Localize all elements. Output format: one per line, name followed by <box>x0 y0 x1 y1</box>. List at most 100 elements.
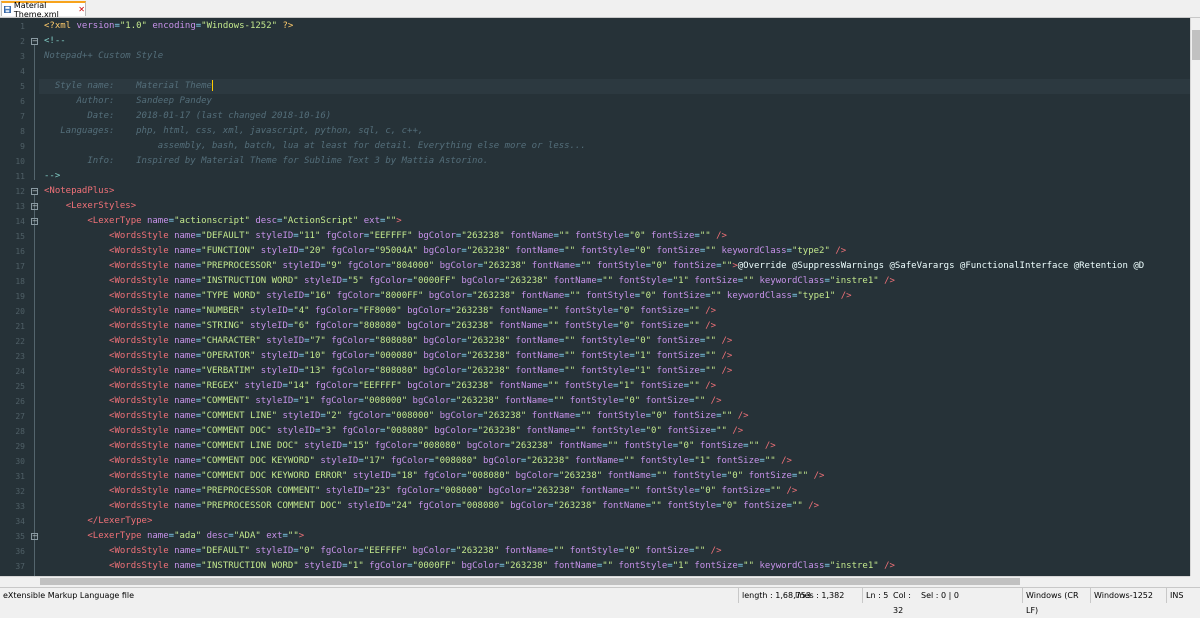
scroll-corner <box>1190 576 1200 586</box>
status-lines: lines : 1,382 <box>792 588 862 603</box>
line-number: 18 <box>0 274 25 289</box>
status-bar: eXtensible Markup Language file length :… <box>0 587 1200 603</box>
line-number: 4 <box>0 64 25 79</box>
line-number: 8 <box>0 124 25 139</box>
code-line[interactable]: <WordsStyle name="NUMBER" styleID="4" fg… <box>44 304 716 319</box>
line-number: 27 <box>0 409 25 424</box>
line-number: 3 <box>0 49 25 64</box>
text-caret <box>212 80 213 91</box>
status-encoding[interactable]: Windows-1252 <box>1090 588 1166 603</box>
code-line[interactable]: <WordsStyle name="COMMENT LINE" styleID=… <box>44 409 749 424</box>
line-number: 16 <box>0 244 25 259</box>
line-number: 11 <box>0 169 25 184</box>
save-icon <box>4 5 11 14</box>
line-number: 33 <box>0 499 25 514</box>
code-line[interactable]: </LexerType> <box>44 514 152 529</box>
line-number: 25 <box>0 379 25 394</box>
line-number: 2 <box>0 34 25 49</box>
line-number: 28 <box>0 424 25 439</box>
vertical-scrollbar[interactable] <box>1190 18 1200 576</box>
status-column: Col : 32 <box>890 588 918 603</box>
line-number: 29 <box>0 439 25 454</box>
line-number: 34 <box>0 514 25 529</box>
code-line[interactable]: <WordsStyle name="STRING" styleID="6" fg… <box>44 319 716 334</box>
code-line[interactable]: <!-- <box>44 34 66 49</box>
code-line[interactable]: <WordsStyle name="CHARACTER" styleID="7"… <box>44 334 732 349</box>
line-number: 36 <box>0 544 25 559</box>
code-line[interactable]: <?xml version="1.0" encoding="Windows-12… <box>44 19 293 34</box>
line-number: 6 <box>0 94 25 109</box>
line-number: 7 <box>0 109 25 124</box>
code-line[interactable]: <NotepadPlus> <box>44 184 114 199</box>
code-line[interactable]: <LexerType name="ada" desc="ADA" ext=""> <box>44 529 304 544</box>
line-number: 37 <box>0 559 25 574</box>
code-line[interactable]: <WordsStyle name="REGEX" styleID="14" fg… <box>44 379 716 394</box>
code-line[interactable]: <WordsStyle name="DEFAULT" styleID="11" … <box>44 229 727 244</box>
code-line[interactable]: assembly, bash, batch, lua at least for … <box>44 139 586 154</box>
code-line[interactable]: <WordsStyle name="PREPROCESSOR" styleID=… <box>44 259 1144 274</box>
line-number: 31 <box>0 469 25 484</box>
line-number: 21 <box>0 319 25 334</box>
fold-guide <box>34 45 35 180</box>
status-selection: Sel : 0 | 0 <box>918 588 1022 603</box>
code-line[interactable]: <WordsStyle name="PREPROCESSOR COMMENT D… <box>44 499 819 514</box>
code-line[interactable]: <WordsStyle name="COMMENT LINE DOC" styl… <box>44 439 776 454</box>
code-line[interactable]: <WordsStyle name="COMMENT DOC" styleID="… <box>44 424 743 439</box>
code-line[interactable]: <WordsStyle name="FUNCTION" styleID="20"… <box>44 244 846 259</box>
line-number: 20 <box>0 304 25 319</box>
fold-toggle-icon[interactable]: − <box>31 203 38 210</box>
line-number: 24 <box>0 364 25 379</box>
code-line[interactable]: <WordsStyle name="DEFAULT" styleID="0" f… <box>44 544 722 559</box>
close-icon[interactable]: ✕ <box>78 6 85 14</box>
code-line[interactable]: <WordsStyle name="INSTRUCTION WORD" styl… <box>44 559 895 574</box>
code-line[interactable]: <WordsStyle name="COMMENT" styleID="1" f… <box>44 394 722 409</box>
code-line[interactable]: Date: 2018-01-17 (last changed 2018-10-1… <box>44 109 331 124</box>
line-number: 26 <box>0 394 25 409</box>
line-number: 14 <box>0 214 25 229</box>
fold-toggle-icon[interactable]: − <box>31 38 38 45</box>
line-number: 9 <box>0 139 25 154</box>
horizontal-scrollbar[interactable] <box>0 576 1190 586</box>
code-line[interactable]: Author: Sandeep Pandey <box>44 94 212 109</box>
line-number: 13 <box>0 199 25 214</box>
code-line[interactable]: --> <box>44 169 60 184</box>
code-line[interactable]: Languages: php, html, css, xml, javascri… <box>44 124 423 139</box>
status-file-type: eXtensible Markup Language file <box>0 588 738 603</box>
code-line[interactable]: <WordsStyle name="VERBATIM" styleID="13"… <box>44 364 732 379</box>
status-line: Ln : 5 <box>862 588 890 603</box>
line-number: 1 <box>0 19 25 34</box>
line-number: 30 <box>0 454 25 469</box>
code-line[interactable]: Style name: Material Theme <box>44 79 213 94</box>
tab-bar: Material Theme.xml ✕ <box>0 0 1200 18</box>
status-eol[interactable]: Windows (CR LF) <box>1022 588 1090 603</box>
editor-area[interactable]: <?xml version="1.0" encoding="Windows-12… <box>0 18 1190 576</box>
status-insert-mode[interactable]: INS <box>1166 588 1200 603</box>
code-line[interactable]: <WordsStyle name="PREPROCESSOR COMMENT" … <box>44 484 797 499</box>
code-line[interactable]: <WordsStyle name="OPERATOR" styleID="10"… <box>44 349 732 364</box>
line-number: 32 <box>0 484 25 499</box>
code-line[interactable]: Info: Inspired by Material Theme for Sub… <box>44 154 488 169</box>
line-number: 22 <box>0 334 25 349</box>
code-line[interactable]: <LexerStyles> <box>44 199 136 214</box>
tab-material-theme[interactable]: Material Theme.xml ✕ <box>1 1 86 16</box>
line-number: 19 <box>0 289 25 304</box>
code-line[interactable]: <WordsStyle name="INSTRUCTION WORD" styl… <box>44 274 895 289</box>
line-number: 5 <box>0 79 25 94</box>
code-line[interactable]: <WordsStyle name="TYPE WORD" styleID="16… <box>44 289 852 304</box>
vertical-scroll-thumb[interactable] <box>1192 30 1200 60</box>
fold-toggle-icon[interactable]: − <box>31 188 38 195</box>
code-line[interactable]: Notepad++ Custom Style <box>44 49 163 64</box>
line-number: 23 <box>0 349 25 364</box>
code-line[interactable]: <WordsStyle name="COMMENT DOC KEYWORD ER… <box>44 469 824 484</box>
code-line[interactable]: <WordsStyle name="COMMENT DOC KEYWORD" s… <box>44 454 792 469</box>
line-number: 35 <box>0 529 25 544</box>
code-line[interactable]: <LexerType name="actionscript" desc="Act… <box>44 214 402 229</box>
tab-title: Material Theme.xml <box>14 1 75 19</box>
line-number: 10 <box>0 154 25 169</box>
horizontal-scroll-thumb[interactable] <box>40 578 1020 585</box>
fold-guide <box>34 195 35 576</box>
fold-toggle-icon[interactable]: − <box>31 218 38 225</box>
fold-toggle-icon[interactable]: − <box>31 533 38 540</box>
line-number: 12 <box>0 184 25 199</box>
line-number: 17 <box>0 259 25 274</box>
